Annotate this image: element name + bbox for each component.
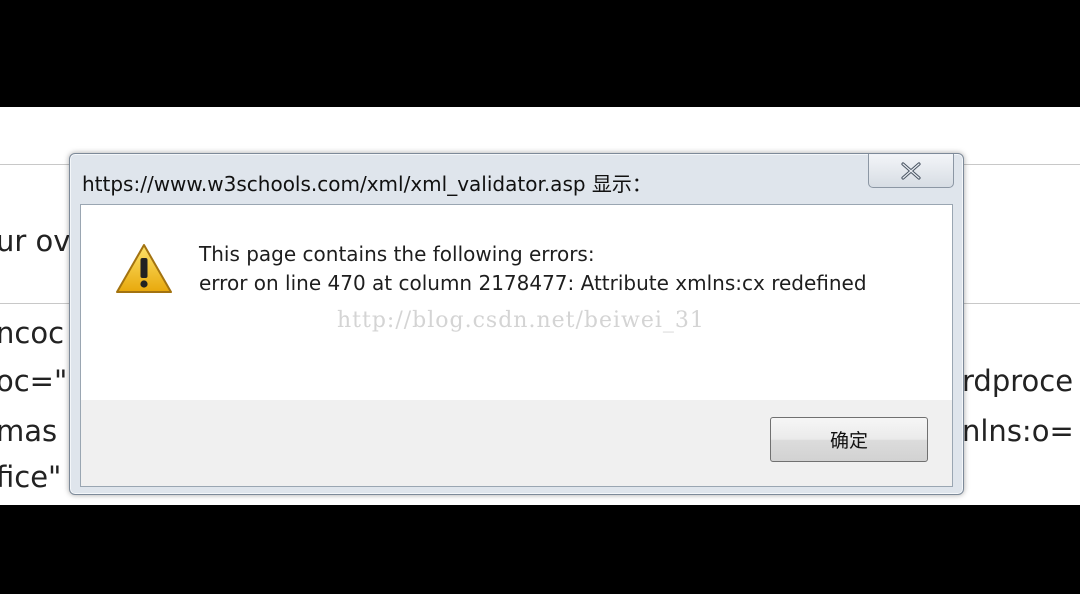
alert-dialog: https://www.w3schools.com/xml/xml_valida… bbox=[69, 153, 964, 495]
page-text-fragment: nlns:o= bbox=[962, 414, 1074, 448]
page-text-fragment: fice" bbox=[0, 460, 62, 494]
page-text-fragment: mas bbox=[0, 414, 58, 448]
page-divider bbox=[964, 164, 1080, 165]
dialog-title: https://www.w3schools.com/xml/xml_valida… bbox=[82, 172, 652, 196]
page-text-fragment: ncoc bbox=[0, 316, 65, 350]
message-area: This page contains the following errors:… bbox=[81, 205, 952, 400]
close-icon bbox=[901, 161, 921, 180]
page-text-fragment: ur ov bbox=[0, 224, 71, 258]
page-divider bbox=[0, 164, 70, 165]
page-divider bbox=[964, 303, 1080, 304]
button-bar: 确定 bbox=[81, 400, 952, 486]
watermark: http://blog.csdn.net/beiwei_31 bbox=[337, 308, 705, 333]
dialog-content: This page contains the following errors:… bbox=[80, 204, 953, 487]
page-text-fragment: rdproce bbox=[962, 364, 1074, 398]
message-line: error on line 470 at column 2178477: Att… bbox=[199, 271, 867, 295]
browser-page: ur ov ncoc oc=" mas fice" rdproce nlns:o… bbox=[0, 107, 1080, 505]
page-text-fragment: oc=" bbox=[0, 364, 68, 398]
message-line: This page contains the following errors: bbox=[199, 242, 595, 266]
warning-icon bbox=[116, 244, 172, 293]
close-button[interactable] bbox=[868, 154, 954, 188]
ok-button[interactable]: 确定 bbox=[770, 417, 928, 462]
page-divider bbox=[0, 303, 70, 304]
